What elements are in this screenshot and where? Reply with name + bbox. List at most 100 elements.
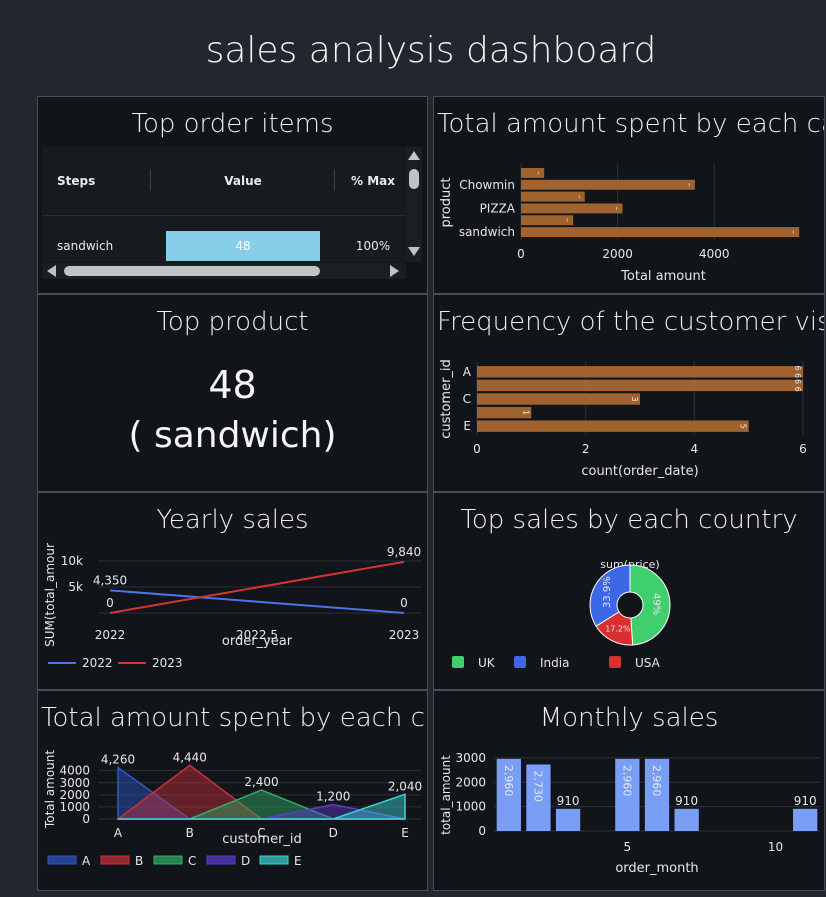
scrollbar-thumb[interactable] — [409, 169, 419, 189]
bar — [555, 808, 581, 831]
x-tick-label: 4 — [691, 442, 699, 456]
top-product-value: 48 — [208, 363, 257, 407]
x-tick-label: 2000 — [602, 247, 633, 261]
top-items-table: Steps Value % Max sandwich 48 100% — [42, 147, 422, 262]
bar — [477, 393, 640, 405]
legend-swatch — [514, 656, 526, 668]
legend-swatch — [100, 855, 130, 865]
bar — [521, 227, 800, 238]
y-axis-label: product — [439, 177, 454, 227]
value-cell: 48 — [235, 239, 251, 253]
legend-label: India — [540, 656, 569, 670]
y-tick-label: 3000 — [59, 776, 90, 790]
y-axis-label: SUM(total_amour — [43, 543, 57, 647]
value-bar: 48 — [166, 231, 320, 261]
bar — [477, 379, 803, 392]
y-tick-label: 4000 — [59, 764, 90, 778]
legend-label: UK — [478, 656, 496, 670]
customer-visits-panel: Frequency of the customer visi... 02466 … — [433, 294, 825, 492]
top-product-label: ( sandwich) — [128, 415, 337, 456]
x-tick-label: D — [329, 826, 338, 840]
data-label: 3 — [630, 396, 639, 401]
data-label: 9,840 — [387, 545, 421, 559]
y-tick-label: C — [463, 392, 471, 406]
data-label: 1,200 — [316, 790, 350, 804]
horizontal-scrollbar[interactable] — [42, 263, 406, 279]
data-label: 4,260 — [101, 753, 135, 767]
vertical-scrollbar[interactable] — [406, 147, 422, 262]
data-label: 2,400 — [244, 775, 278, 789]
data-label: 2,960 — [650, 765, 663, 797]
x-tick-label: 5 — [624, 840, 632, 854]
legend-swatch — [153, 855, 183, 865]
legend-label: A — [82, 854, 91, 868]
country-sales-chart: sum(price)49%17.2%33.9%UK India USA — [452, 558, 671, 670]
legend-swatch — [609, 656, 621, 668]
x-tick-label: 6 — [799, 442, 807, 456]
data-label: 5 — [739, 424, 748, 429]
scroll-right-icon[interactable] — [390, 265, 399, 277]
legend-label: D — [241, 854, 250, 868]
country-sales-panel: Top sales by each country sum(price) 49% 1… — [433, 492, 825, 690]
data-label: 0 — [106, 596, 114, 610]
legend-label: 2023 — [152, 656, 183, 670]
data-label: 910 — [794, 794, 817, 808]
slice-label: 49% — [650, 593, 661, 615]
data-label: – — [575, 195, 584, 199]
scroll-up-icon[interactable] — [408, 151, 420, 160]
step-cell: sandwich — [57, 239, 114, 253]
amount-by-customer-panel: Total amount spent by each cu... 0 1000 20… — [37, 690, 428, 891]
top-product-panel: Top product 48 ( sandwich) — [37, 294, 428, 492]
legend-swatch — [47, 855, 77, 865]
legend-swatch — [259, 855, 289, 865]
y-tick-label: 0 — [478, 824, 486, 838]
data-label: 2,730 — [531, 770, 544, 802]
y-tick-label: 2000 — [455, 775, 486, 789]
data-label: 2,960 — [502, 765, 515, 797]
data-label: 910 — [675, 794, 698, 808]
data-label: 1 — [521, 410, 530, 415]
scroll-down-icon[interactable] — [408, 247, 420, 256]
y-tick-label: sandwich — [459, 225, 515, 239]
y-tick-label: 10k — [61, 554, 83, 568]
x-tick-label: 2 — [582, 442, 590, 456]
bar — [793, 808, 818, 831]
column-header[interactable]: Steps — [57, 147, 95, 215]
bar — [477, 366, 803, 378]
data-label: 6 6 — [793, 365, 802, 378]
data-label: 4,350 — [93, 573, 127, 587]
customer-visits-chart: 0 2 4 6 6 6 A 6 6 3 C 1 5 Ecount(order_date) custome… — [439, 359, 807, 479]
x-tick-label: 10 — [768, 840, 783, 854]
legend-swatch — [452, 656, 464, 668]
pct-cell: 100% — [355, 239, 391, 253]
y-tick-label: 0 — [82, 812, 90, 826]
scroll-left-icon[interactable] — [47, 265, 56, 277]
amount-by-customer-chart: 01000200030004000A B C D E4,260 4,4402,4001,2… — [43, 750, 422, 868]
legend-label: E — [294, 854, 302, 868]
top-order-items-panel: Top order items Steps Value % Max sandwi… — [37, 96, 428, 294]
bar — [521, 179, 695, 190]
slice-label: 33.9% — [602, 576, 613, 608]
x-axis-label: Total amount — [620, 269, 706, 284]
x-tick-label: E — [401, 826, 409, 840]
table-header-row: Steps Value % Max — [42, 147, 422, 216]
dashboard-title: sales analysis dashboard — [205, 30, 657, 71]
column-header[interactable]: Value — [166, 147, 320, 215]
y-axis-label: customer_id — [439, 359, 454, 439]
scrollbar-thumb[interactable] — [64, 266, 320, 276]
yearly-sales-chart: 5k10k2022 2022.5 20234,3500202209,8402023o… — [43, 543, 422, 670]
monthly-sales-panel: Monthly sales 0 1000 2000 3000 5 10 2,960 2,730… — [433, 690, 825, 891]
x-axis-label: count(order_date) — [581, 464, 698, 479]
y-tick-label: 2000 — [59, 788, 90, 802]
y-tick-label: A — [463, 365, 472, 379]
x-axis-label: order_year — [222, 634, 293, 649]
legend-label: 2022 — [82, 656, 113, 670]
slice-label: 17.2% — [605, 625, 631, 634]
column-header[interactable]: % Max — [338, 147, 408, 215]
x-tick-label: 0 — [517, 247, 525, 261]
panel-title: Top product — [156, 307, 309, 337]
x-tick-label: 4000 — [699, 247, 730, 261]
data-label: 6 6 — [793, 379, 802, 392]
x-axis-label: customer_id — [222, 832, 302, 847]
legend-label: B — [135, 854, 143, 868]
